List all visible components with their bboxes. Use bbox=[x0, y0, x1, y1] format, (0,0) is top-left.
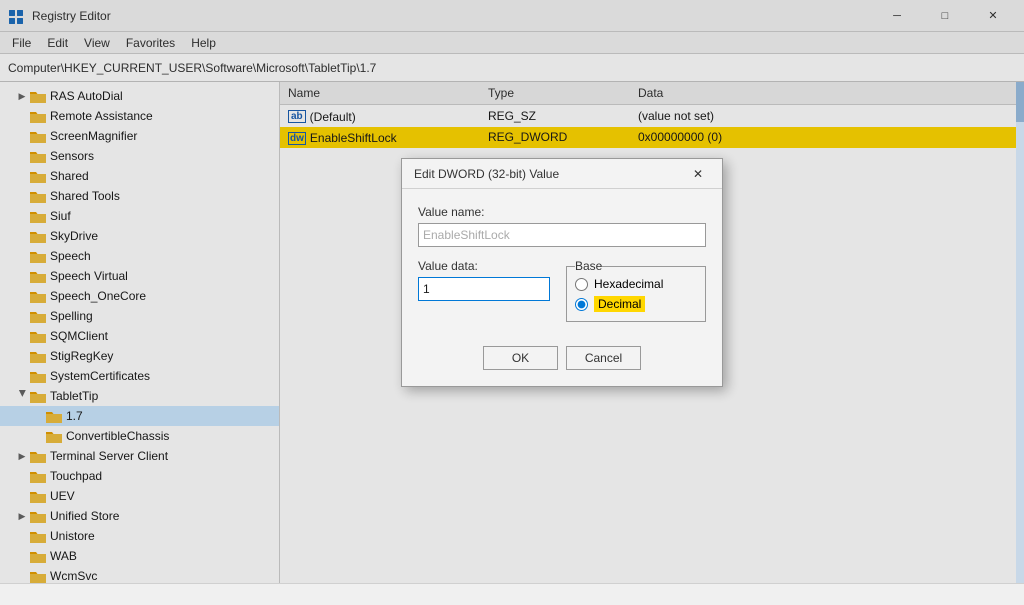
dialog-row: Value data: Base Hexadecimal Decim bbox=[418, 259, 706, 322]
base-section: Base Hexadecimal Decimal bbox=[566, 259, 706, 322]
scrollbar-thumb[interactable] bbox=[1016, 82, 1024, 122]
value-data-section: Value data: bbox=[418, 259, 550, 322]
scrollbar-track[interactable] bbox=[1016, 82, 1024, 583]
decimal-option[interactable]: Decimal bbox=[575, 297, 697, 311]
status-bar bbox=[0, 583, 1024, 605]
dialog-body: Value name: Value data: Base Hexadecimal bbox=[402, 189, 722, 338]
value-data-input[interactable] bbox=[418, 277, 550, 301]
ok-button[interactable]: OK bbox=[483, 346, 558, 370]
hexadecimal-radio[interactable] bbox=[575, 278, 588, 291]
modal-overlay: Edit DWORD (32-bit) Value ✕ Value name: … bbox=[0, 0, 1024, 605]
dialog-title: Edit DWORD (32-bit) Value bbox=[414, 167, 686, 181]
value-data-label: Value data: bbox=[418, 259, 550, 273]
hexadecimal-option[interactable]: Hexadecimal bbox=[575, 277, 697, 291]
cancel-button[interactable]: Cancel bbox=[566, 346, 641, 370]
edit-dword-dialog: Edit DWORD (32-bit) Value ✕ Value name: … bbox=[401, 158, 723, 387]
dialog-close-button[interactable]: ✕ bbox=[686, 162, 710, 186]
decimal-radio[interactable] bbox=[575, 298, 588, 311]
value-name-input[interactable] bbox=[418, 223, 706, 247]
dialog-titlebar: Edit DWORD (32-bit) Value ✕ bbox=[402, 159, 722, 189]
decimal-label: Decimal bbox=[594, 297, 645, 311]
value-name-label: Value name: bbox=[418, 205, 706, 219]
dialog-footer: OK Cancel bbox=[402, 338, 722, 386]
base-legend: Base bbox=[575, 259, 602, 273]
hexadecimal-label: Hexadecimal bbox=[594, 277, 663, 291]
